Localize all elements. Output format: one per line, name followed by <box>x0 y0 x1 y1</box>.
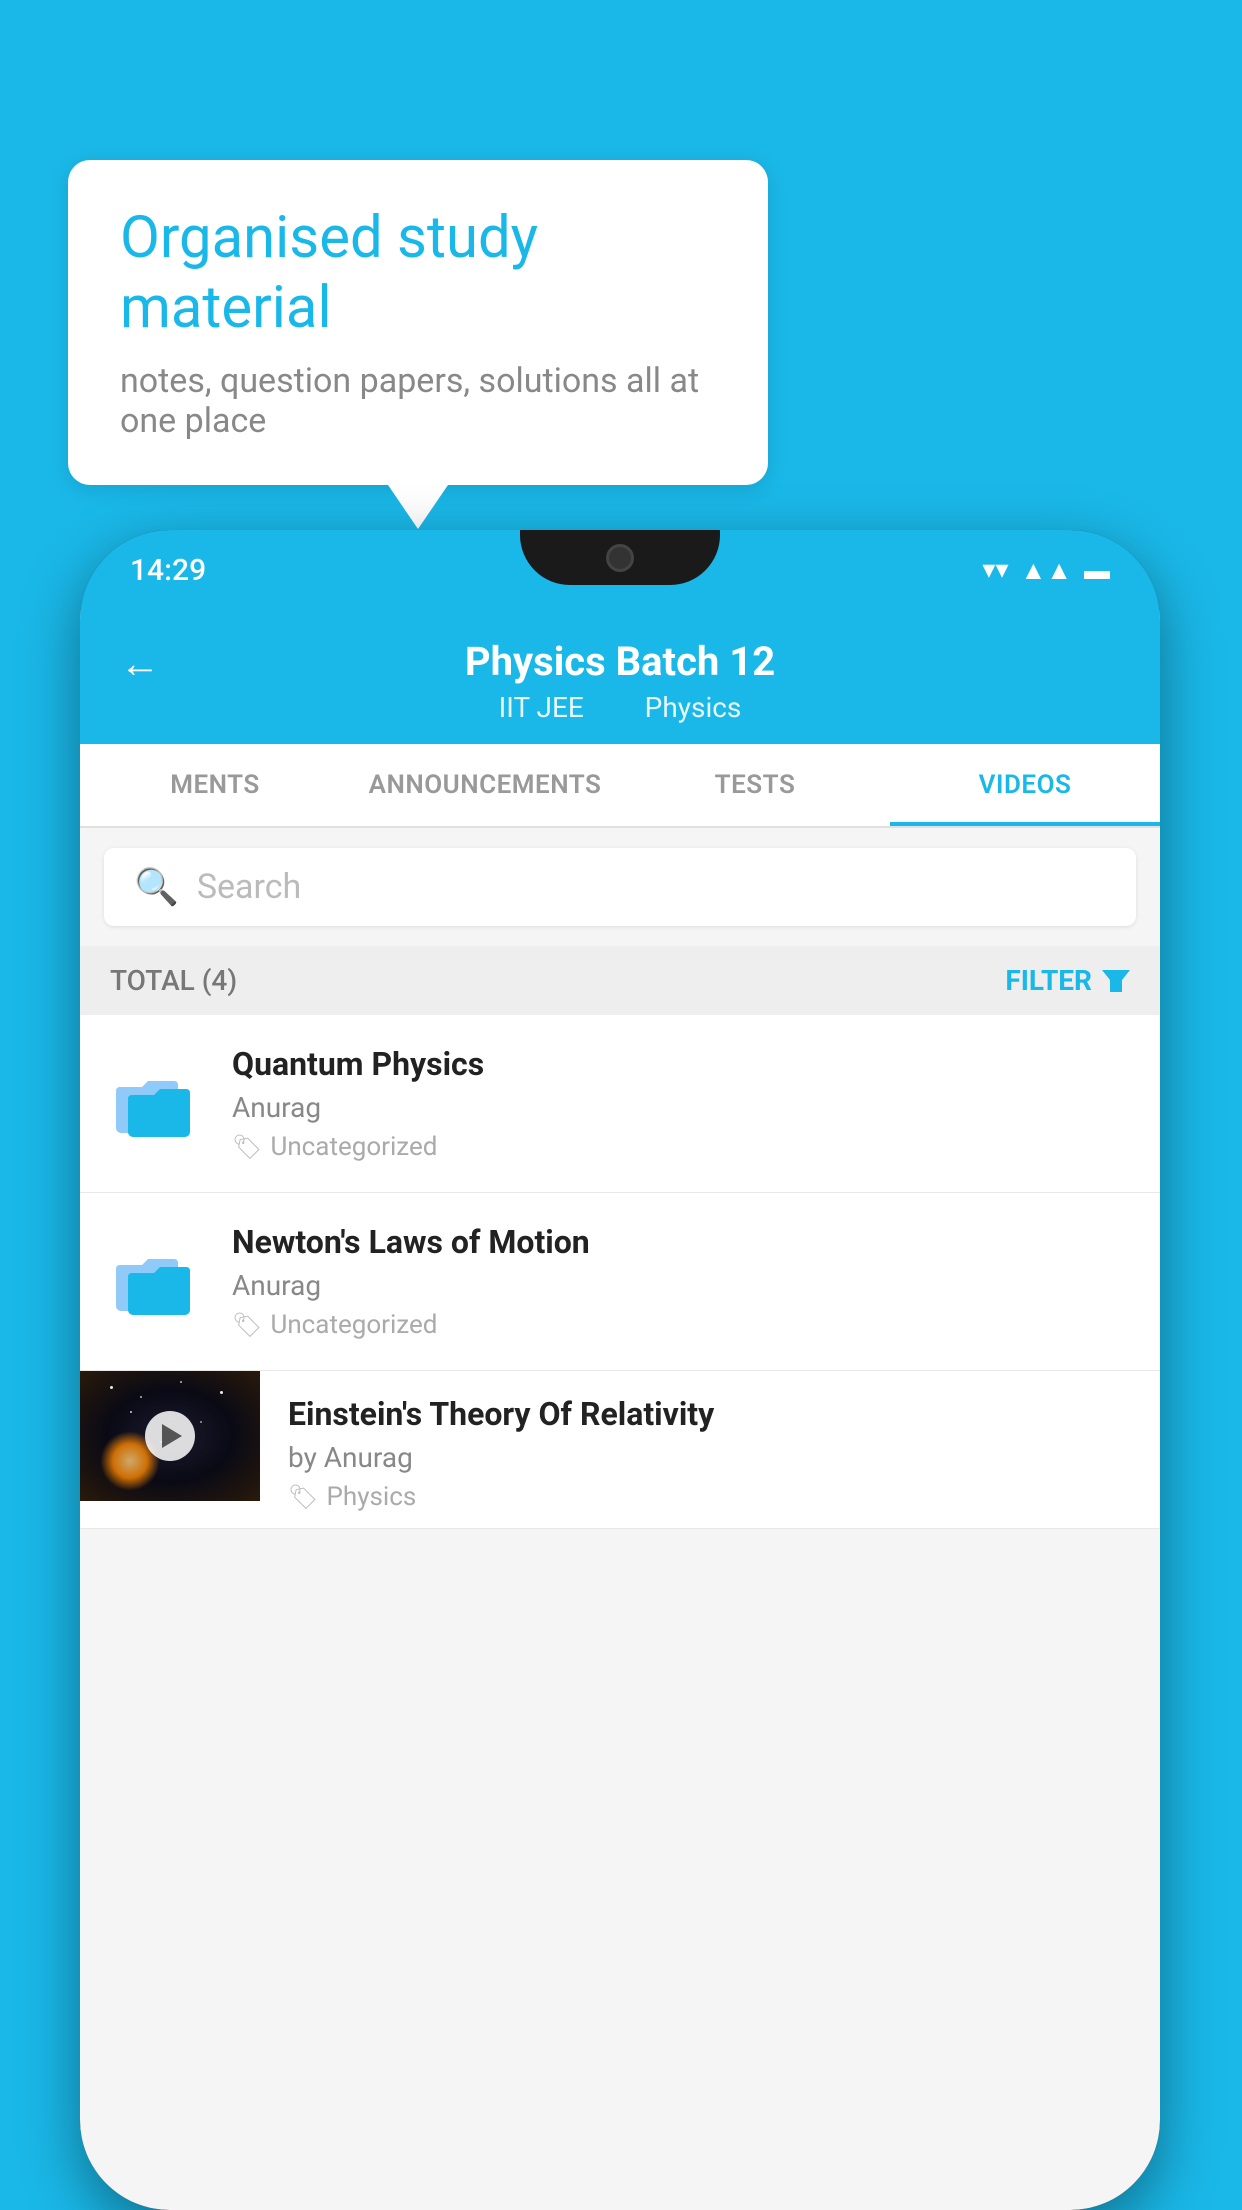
video-list: Quantum Physics Anurag 🏷 Uncategorized <box>80 1015 1160 1529</box>
video-info-3: Einstein's Theory Of Relativity by Anura… <box>288 1371 1136 1528</box>
list-item[interactable]: Quantum Physics Anurag 🏷 Uncategorized <box>80 1015 1160 1193</box>
search-box[interactable]: 🔍 Search <box>104 848 1136 926</box>
notch-camera <box>606 544 634 572</box>
list-item[interactable]: Einstein's Theory Of Relativity by Anura… <box>80 1371 1160 1529</box>
back-button[interactable]: ← <box>120 640 160 687</box>
status-icons: ▾▾ ▲▲ ▬ <box>982 555 1110 586</box>
wifi-icon: ▾▾ <box>982 555 1008 585</box>
tab-videos[interactable]: VIDEOS <box>890 744 1160 826</box>
folder-icon-2 <box>104 1237 204 1327</box>
filter-bar: TOTAL (4) FILTER <box>80 946 1160 1015</box>
subtitle-iitjee: IIT JEE <box>499 691 584 724</box>
play-button[interactable] <box>145 1411 195 1461</box>
tag-icon-3: 🏷 <box>288 1483 318 1511</box>
folder-icon-1 <box>104 1059 204 1149</box>
tag-label-3: Physics <box>326 1482 416 1512</box>
app-header: ← Physics Batch 12 IIT JEE Physics <box>80 610 1160 744</box>
video-author-1: Anurag <box>232 1091 1136 1124</box>
tag-icon-1: 🏷 <box>232 1133 262 1161</box>
video-author-2: Anurag <box>232 1269 1136 1302</box>
filter-label: FILTER <box>1005 964 1092 997</box>
tab-announcements[interactable]: ANNOUNCEMENTS <box>350 744 620 826</box>
video-tag-2: 🏷 Uncategorized <box>232 1310 1136 1340</box>
speech-bubble: Organised study material notes, question… <box>68 160 768 485</box>
filter-button[interactable]: FILTER <box>1005 964 1130 997</box>
filter-icon <box>1102 970 1130 992</box>
video-title-1: Quantum Physics <box>232 1045 1136 1083</box>
header-subtitle: IIT JEE Physics <box>489 691 752 724</box>
tab-tests[interactable]: TESTS <box>620 744 890 826</box>
phone-frame: 14:29 ▾▾ ▲▲ ▬ ← Physics Batch 12 IIT JEE… <box>80 530 1160 2210</box>
phone-screen: ← Physics Batch 12 IIT JEE Physics MENTS… <box>80 610 1160 2210</box>
signal-icon: ▲▲ <box>1021 555 1072 586</box>
subtitle-sep <box>611 691 625 724</box>
video-tag-1: 🏷 Uncategorized <box>232 1132 1136 1162</box>
phone-notch <box>520 530 720 585</box>
speech-bubble-subtitle: notes, question papers, solutions all at… <box>120 361 716 441</box>
search-placeholder: Search <box>197 867 301 907</box>
tab-ments[interactable]: MENTS <box>80 744 350 826</box>
search-container: 🔍 Search <box>80 828 1160 946</box>
tabs-bar: MENTS ANNOUNCEMENTS TESTS VIDEOS <box>80 744 1160 828</box>
video-thumbnail-3 <box>80 1371 260 1501</box>
tag-icon-2: 🏷 <box>232 1311 262 1339</box>
video-info-1: Quantum Physics Anurag 🏷 Uncategorized <box>232 1045 1136 1162</box>
video-title-3: Einstein's Theory Of Relativity <box>288 1395 1112 1433</box>
play-icon <box>162 1424 182 1448</box>
list-item[interactable]: Newton's Laws of Motion Anurag 🏷 Uncateg… <box>80 1193 1160 1371</box>
search-icon: 🔍 <box>134 866 179 908</box>
status-bar: 14:29 ▾▾ ▲▲ ▬ <box>80 530 1160 610</box>
header-title: Physics Batch 12 <box>465 638 775 685</box>
status-time: 14:29 <box>130 553 206 588</box>
video-tag-3: 🏷 Physics <box>288 1482 1112 1512</box>
tag-label-1: Uncategorized <box>270 1132 437 1162</box>
video-author-3: by Anurag <box>288 1441 1112 1474</box>
speech-bubble-title: Organised study material <box>120 204 716 343</box>
tag-label-2: Uncategorized <box>270 1310 437 1340</box>
video-title-2: Newton's Laws of Motion <box>232 1223 1136 1261</box>
video-info-2: Newton's Laws of Motion Anurag 🏷 Uncateg… <box>232 1223 1136 1340</box>
filter-total-count: TOTAL (4) <box>110 964 237 997</box>
subtitle-physics: Physics <box>645 691 742 724</box>
battery-icon: ▬ <box>1084 555 1110 586</box>
